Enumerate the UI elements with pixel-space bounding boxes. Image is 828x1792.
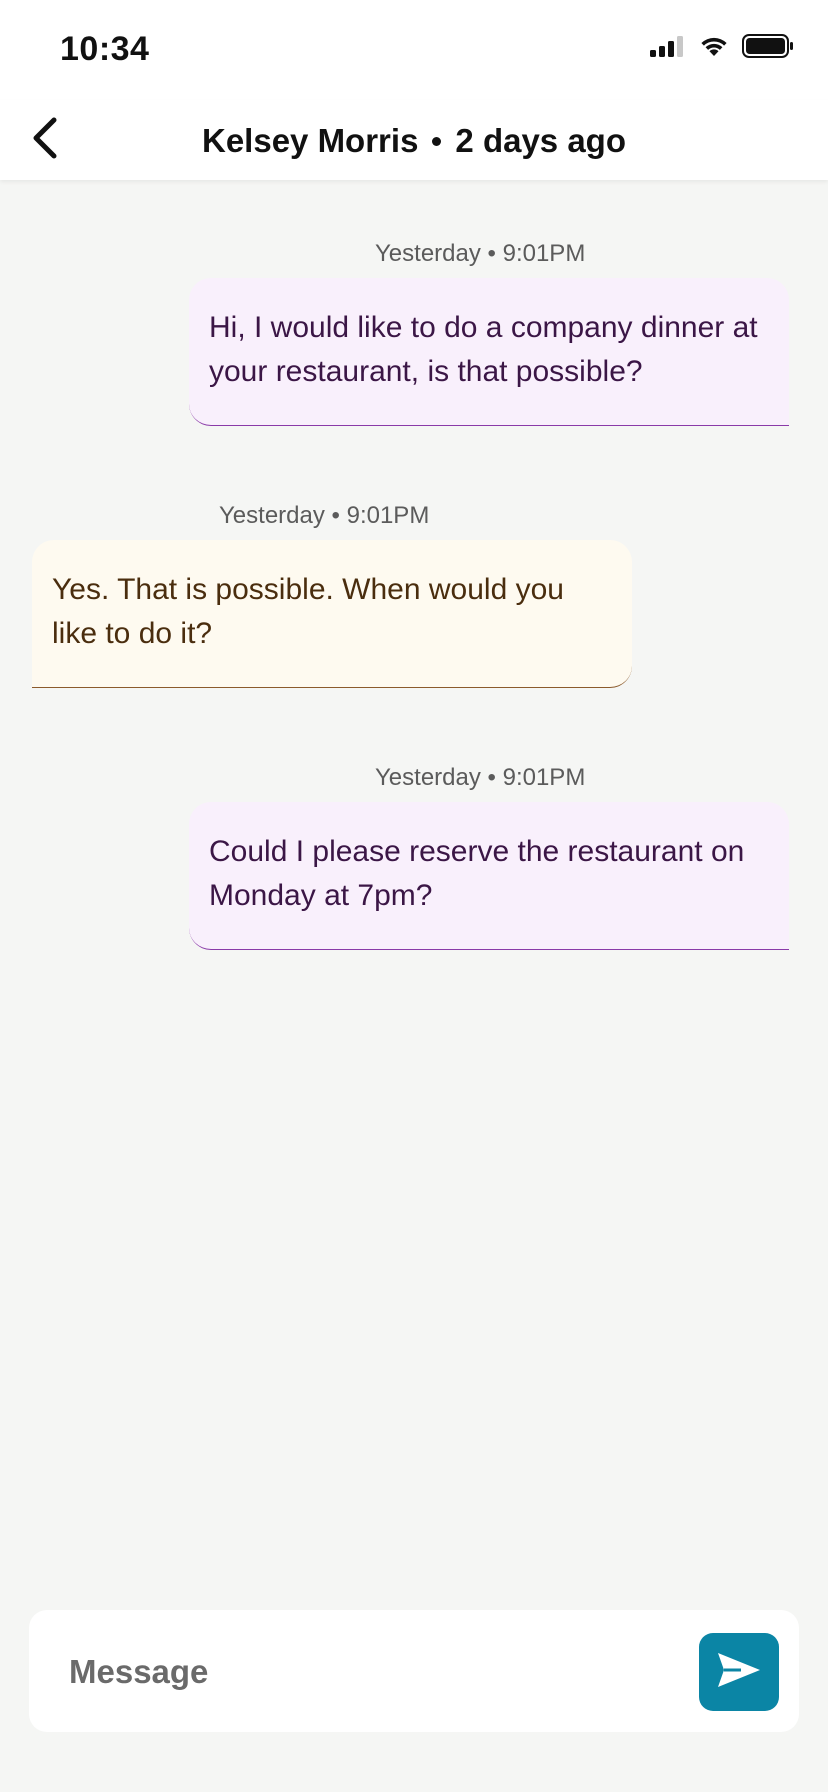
cellular-signal-icon <box>650 35 686 62</box>
message-timestamp: Yesterday • 9:01PM <box>375 764 586 791</box>
message-timestamp: Yesterday • 9:01PM <box>219 502 430 529</box>
status-time: 10:34 <box>60 30 150 68</box>
last-seen: 2 days ago <box>455 122 626 159</box>
message-text: Yes. That is possible. When would you li… <box>52 573 564 650</box>
contact-name: Kelsey Morris <box>201 122 419 159</box>
message-composer <box>29 1610 799 1732</box>
message-timestamp: Yesterday • 9:01PM <box>375 240 586 267</box>
send-icon <box>715 1650 763 1695</box>
received-message-bubble: Yes. That is possible. When would you li… <box>32 540 632 688</box>
status-icons <box>650 34 794 63</box>
sent-message-bubble: Could I please reserve the restaurant on… <box>189 802 789 950</box>
send-button[interactable] <box>699 1633 779 1711</box>
chat-header: Kelsey Morris 2 days ago <box>0 100 828 180</box>
status-bar: 10:34 <box>0 0 828 100</box>
message-text: Hi, I would like to do a company dinner … <box>209 311 758 388</box>
wifi-icon <box>698 34 730 63</box>
page-title: Kelsey Morris 2 days ago <box>202 122 626 160</box>
separator-dot <box>432 136 442 146</box>
sent-message-bubble: Hi, I would like to do a company dinner … <box>189 278 789 426</box>
battery-icon <box>742 34 794 63</box>
message-input[interactable] <box>67 1640 691 1704</box>
chevron-left-icon <box>30 116 60 165</box>
message-text: Could I please reserve the restaurant on… <box>209 835 745 912</box>
back-button[interactable] <box>20 112 70 168</box>
